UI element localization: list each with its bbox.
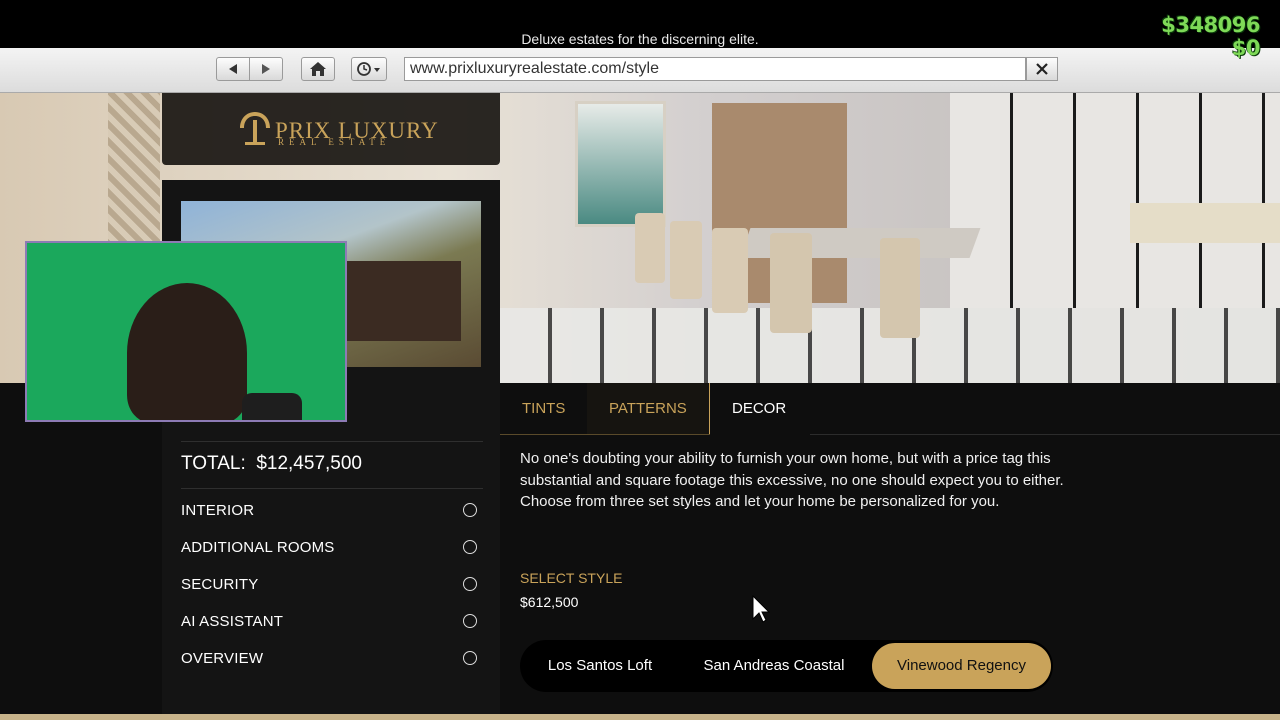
tab-underline [500,434,710,435]
browser-toolbar: www.prixluxuryrealestate.com/style [0,48,1280,93]
total-price: TOTAL: $12,457,500 [181,453,362,475]
menu-item-interior[interactable]: INTERIOR [181,502,254,519]
summary-divider [181,441,483,442]
hud-money: $348096 $0 [1161,14,1260,60]
security-radio[interactable] [463,577,477,591]
forward-button[interactable] [249,57,283,81]
house-building [341,261,461,341]
url-input[interactable]: www.prixluxuryrealestate.com/style [404,57,1026,81]
menu-item-additional-rooms[interactable]: ADDITIONAL ROOMS [181,539,335,556]
mouse-cursor-icon [752,595,770,623]
back-arrow-icon [229,64,237,74]
streamer-figure [127,283,247,420]
summary-divider [181,488,483,489]
site-tagline: Deluxe estates for the discerning elite. [521,31,759,47]
palm-logo-icon [240,112,270,145]
style-option-los-santos-loft[interactable]: Los Santos Loft [530,640,670,692]
menu-item-ai-assistant[interactable]: AI ASSISTANT [181,613,283,630]
chair [880,238,920,338]
tab-underline [810,434,1280,435]
kitchen-counter [1130,203,1280,243]
interior-radio[interactable] [463,503,477,517]
total-label: TOTAL: [181,453,246,474]
decor-description: No one's doubting your ability to furnis… [520,450,1064,510]
menu-item-overview[interactable]: OVERVIEW [181,650,263,667]
style-option-san-andreas-coastal[interactable]: San Andreas Coastal [684,640,864,692]
total-value: $12,457,500 [256,453,362,474]
history-button[interactable] [351,57,387,81]
ai-assistant-radio[interactable] [463,614,477,628]
tab-tints[interactable]: TINTS [500,383,589,435]
chair [670,221,702,299]
history-icon [357,62,380,76]
tab-decor[interactable]: DECOR [710,383,808,435]
home-icon [310,62,326,76]
chair [635,213,665,283]
chair [712,228,748,313]
menu-item-security[interactable]: SECURITY [181,576,258,593]
webcam-overlay [25,241,347,422]
chair [770,233,812,333]
home-button[interactable] [301,57,335,81]
wall-painting [575,101,666,227]
microphone [242,393,302,420]
forward-arrow-icon [262,64,270,74]
style-option-vinewood-regency[interactable]: Vinewood Regency [872,643,1051,689]
bottom-accent-line [0,714,1280,720]
paneled-wall [950,93,1280,308]
style-price: $612,500 [520,594,579,610]
back-button[interactable] [216,57,250,81]
hud-cash: $348096 [1161,13,1260,37]
overview-radio[interactable] [463,651,477,665]
brand-subtitle: REAL ESTATE [278,137,391,147]
hud-change: $0 [1231,36,1261,60]
tab-patterns[interactable]: PATTERNS [587,383,710,435]
select-style-label: SELECT STYLE [520,570,623,586]
close-icon [1036,63,1048,75]
close-url-button[interactable] [1026,57,1058,81]
additional-rooms-radio[interactable] [463,540,477,554]
